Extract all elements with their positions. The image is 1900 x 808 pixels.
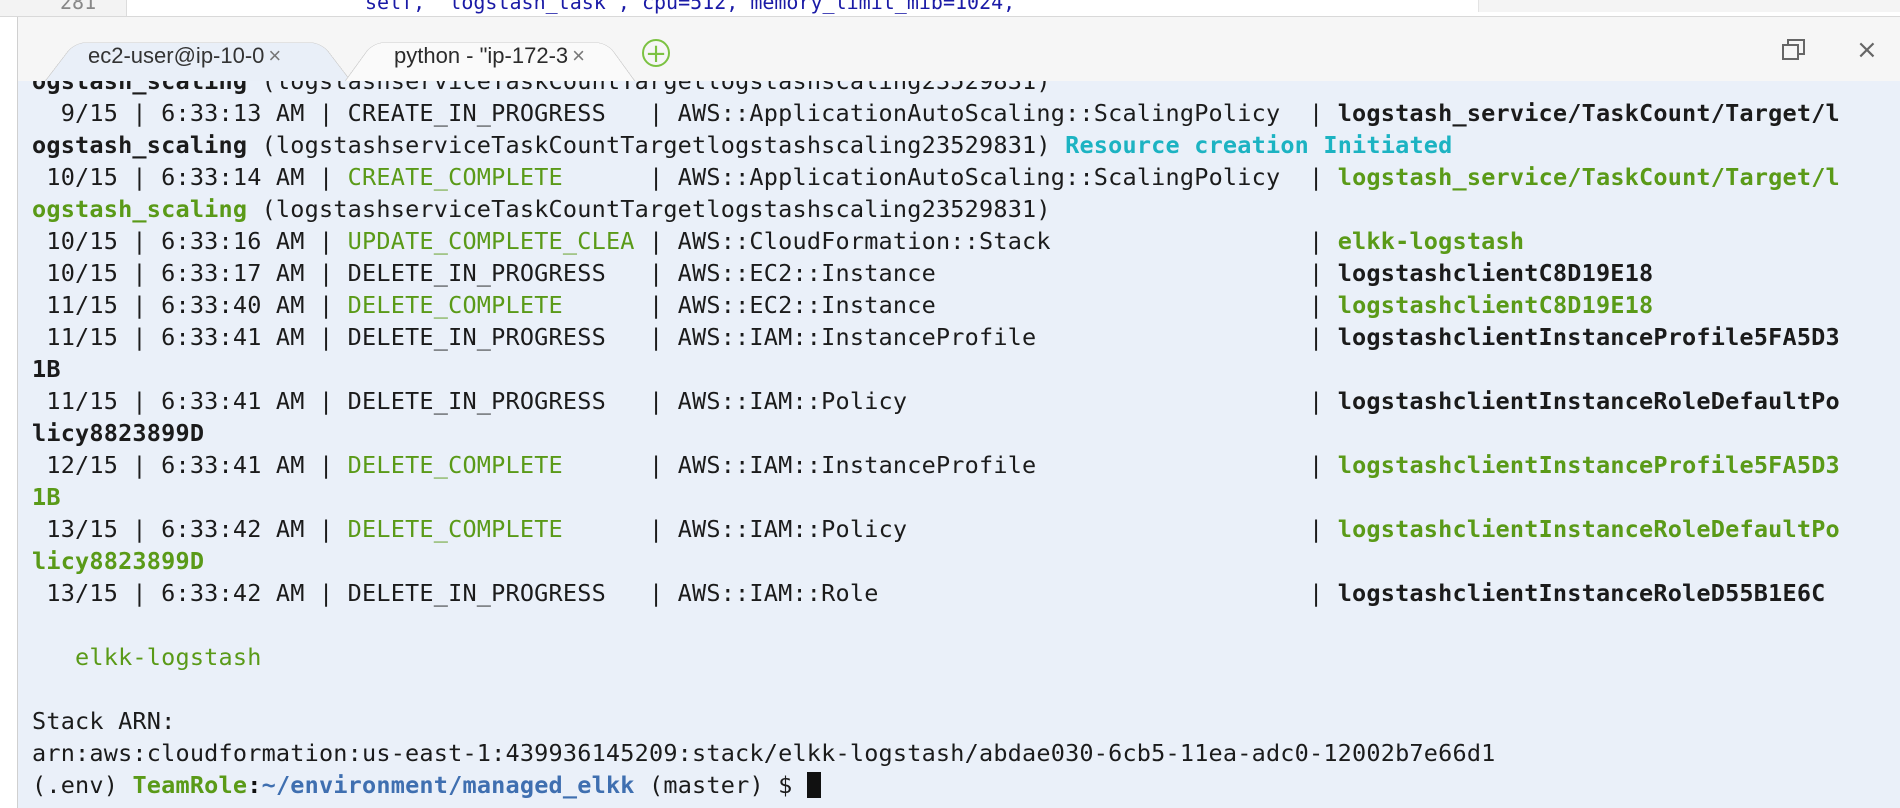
terminal-line: 1B bbox=[32, 355, 61, 383]
editor-line-number: 281 bbox=[60, 0, 97, 14]
close-tab-icon[interactable]: × bbox=[268, 43, 281, 69]
prompt-env: (.env) bbox=[32, 771, 133, 799]
terminal-output[interactable]: ogstash_scaling (logstashserviceTaskCoun… bbox=[17, 81, 1900, 808]
terminal-line: ogstash_scaling (logstashserviceTaskCoun… bbox=[32, 131, 1453, 159]
prompt-path: ~/environment/managed_elkk bbox=[261, 771, 635, 799]
terminal-prompt[interactable]: (.env) TeamRole:~/environment/managed_el… bbox=[32, 769, 821, 801]
terminal-tab-bar: ec2-user@ip-10-0 × python - "ip-172-3 × … bbox=[17, 17, 1900, 82]
tab-ec2-user[interactable]: ec2-user@ip-10-0 × bbox=[44, 31, 352, 82]
editor-gutter: 281 bbox=[0, 0, 127, 16]
terminal-line: 10/15 | 6:33:16 AM | UPDATE_COMPLETE_CLE… bbox=[32, 227, 1525, 255]
terminal-line: ogstash_scaling (logstashserviceTaskCoun… bbox=[32, 81, 1051, 95]
terminal-line: 12/15 | 6:33:41 AM | DELETE_COMPLETE | A… bbox=[32, 451, 1840, 479]
tab-label: python - "ip-172-3 bbox=[394, 43, 569, 68]
tab-python[interactable]: python - "ip-172-3 × bbox=[344, 31, 636, 82]
terminal-line: 1B bbox=[32, 483, 61, 511]
terminal-line: 11/15 | 6:33:40 AM | DELETE_COMPLETE | A… bbox=[32, 291, 1654, 319]
terminal-line: 11/15 | 6:33:41 AM | DELETE_IN_PROGRESS … bbox=[32, 323, 1840, 351]
terminal-line: 10/15 | 6:33:14 AM | CREATE_COMPLETE | A… bbox=[32, 163, 1840, 191]
editor-scrollbar[interactable] bbox=[1478, 0, 1900, 12]
restore-window-icon[interactable] bbox=[1782, 39, 1806, 61]
close-tab-icon[interactable]: × bbox=[572, 43, 585, 69]
add-tab-icon[interactable]: + bbox=[642, 39, 670, 67]
terminal-line: 13/15 | 6:33:42 AM | DELETE_IN_PROGRESS … bbox=[32, 579, 1826, 607]
terminal-line: arn:aws:cloudformation:us-east-1:4399361… bbox=[32, 739, 1496, 767]
prompt-role: TeamRole bbox=[132, 771, 248, 799]
terminal-line: 13/15 | 6:33:42 AM | DELETE_COMPLETE | A… bbox=[32, 515, 1840, 543]
tab-label: ec2-user@ip-10-0 bbox=[88, 43, 265, 68]
terminal-line: 11/15 | 6:33:41 AM | DELETE_IN_PROGRESS … bbox=[32, 387, 1840, 415]
prompt-branch: (master) $ bbox=[634, 771, 807, 799]
terminal-cursor bbox=[806, 772, 821, 798]
terminal-line: 9/15 | 6:33:13 AM | CREATE_IN_PROGRESS |… bbox=[32, 99, 1840, 127]
close-window-icon[interactable]: × bbox=[1856, 35, 1878, 65]
editor-strip: 281 self, "logstash_task", cpu=512, memo… bbox=[0, 0, 1900, 17]
terminal-line: Stack ARN: bbox=[32, 707, 176, 735]
terminal-line: 10/15 | 6:33:17 AM | DELETE_IN_PROGRESS … bbox=[32, 259, 1654, 287]
terminal-line: elkk-logstash bbox=[32, 643, 262, 671]
prompt-colon: : bbox=[247, 771, 262, 799]
terminal-line: ogstash_scaling (logstashserviceTaskCoun… bbox=[32, 195, 1051, 223]
terminal-line: licy8823899D bbox=[32, 419, 205, 447]
editor-code-line: self, "logstash_task", cpu=512, memory_l… bbox=[365, 0, 1016, 14]
terminal-line: licy8823899D bbox=[32, 547, 205, 575]
